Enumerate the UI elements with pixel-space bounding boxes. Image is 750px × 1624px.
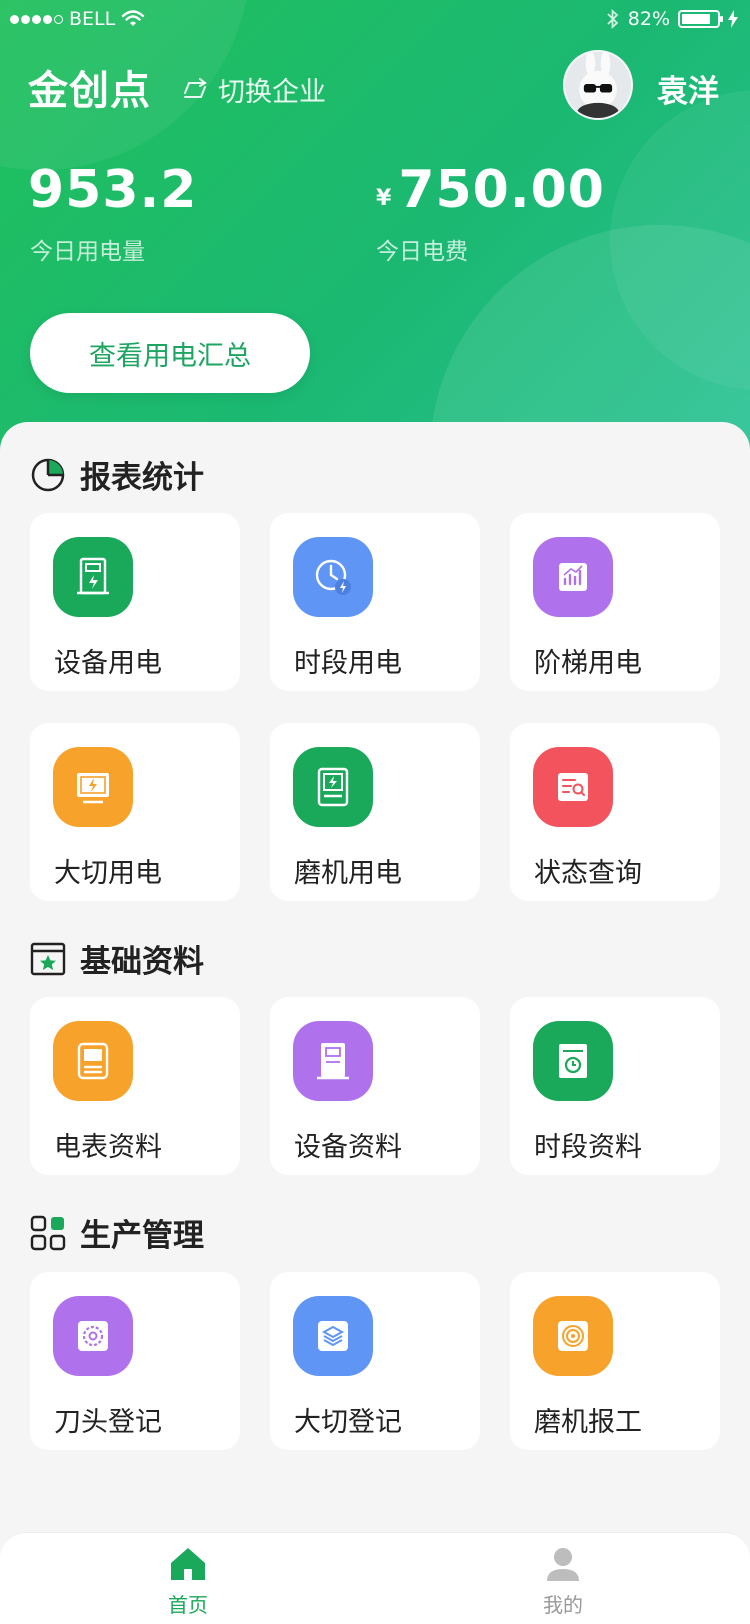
company-name: 金创点 — [28, 68, 151, 114]
battery-percent: 82% — [627, 8, 670, 30]
tier-chart-icon — [533, 537, 613, 617]
menu-item-period-info[interactable]: 时段资料 — [510, 997, 720, 1175]
today-cost-value: ¥750.00 — [376, 160, 605, 220]
menu-item-label: 设备用电 — [54, 648, 162, 679]
menu-item-big-cut-registration[interactable]: 大切登记 — [270, 1272, 480, 1450]
section-header-production: 生产管理 — [30, 1210, 204, 1255]
device-power-icon — [53, 537, 133, 617]
menu-item-label: 刀头登记 — [54, 1407, 162, 1438]
menu-item-label: 时段用电 — [294, 648, 402, 679]
section-title: 生产管理 — [80, 1218, 204, 1254]
grinder-power-icon — [293, 747, 373, 827]
bunny-avatar-icon — [565, 52, 631, 118]
tab-label: 我的 — [543, 1593, 583, 1617]
charging-icon — [728, 10, 738, 28]
menu-item-label: 设备资料 — [294, 1132, 402, 1163]
meter-info-icon — [53, 1021, 133, 1101]
menu-item-label: 磨机报工 — [534, 1407, 642, 1438]
menu-item-grinder-report[interactable]: 磨机报工 — [510, 1272, 720, 1450]
wifi-icon — [122, 10, 145, 26]
status-query-icon — [533, 747, 613, 827]
battery-icon — [678, 10, 723, 28]
section-header-basic-data: 基础资料 — [30, 936, 204, 981]
menu-item-grinder-power[interactable]: 磨机用电 — [270, 723, 480, 901]
signal-strength-icon — [10, 14, 63, 24]
menu-item-label: 大切用电 — [54, 858, 162, 889]
menu-item-tier-power[interactable]: 阶梯用电 — [510, 513, 720, 691]
big-cut-power-icon — [53, 747, 133, 827]
device-info-icon — [293, 1021, 373, 1101]
menu-item-label: 磨机用电 — [294, 858, 402, 889]
menu-item-blade-registration[interactable]: 刀头登记 — [30, 1272, 240, 1450]
today-cost-label: 今日电费 — [376, 239, 468, 265]
avatar[interactable] — [563, 50, 633, 120]
blade-gear-icon — [53, 1296, 133, 1376]
header: BELL 82% 金创点 切换企业 袁洋 953.2 今日用电量 ¥ 750.0… — [0, 0, 750, 470]
status-bar: BELL 82% — [0, 0, 750, 40]
view-power-summary-button[interactable]: 查看用电汇总 — [30, 313, 310, 393]
grinder-disc-icon — [533, 1296, 613, 1376]
user-name: 袁洋 — [657, 74, 719, 110]
tab-label: 首页 — [168, 1593, 208, 1617]
bottom-tab-bar: 首页 我的 — [0, 1532, 750, 1624]
bluetooth-icon — [607, 8, 619, 30]
section-title: 报表统计 — [80, 460, 204, 496]
tab-home[interactable]: 首页 — [128, 1543, 248, 1618]
switch-icon — [184, 77, 207, 98]
menu-item-big-cut-power[interactable]: 大切用电 — [30, 723, 240, 901]
clock-power-icon — [293, 537, 373, 617]
section-header-reports: 报表统计 — [30, 452, 204, 497]
period-info-icon — [533, 1021, 613, 1101]
layers-icon — [293, 1296, 373, 1376]
switch-company-label: 切换企业 — [218, 77, 326, 108]
menu-item-meter-info[interactable]: 电表资料 — [30, 997, 240, 1175]
menu-item-period-power[interactable]: 时段用电 — [270, 513, 480, 691]
menu-item-label: 大切登记 — [294, 1407, 402, 1438]
menu-item-device-info[interactable]: 设备资料 — [270, 997, 480, 1175]
section-title: 基础资料 — [80, 944, 204, 980]
home-icon — [171, 1548, 205, 1580]
menu-item-device-power[interactable]: 设备用电 — [30, 513, 240, 691]
menu-item-label: 状态查询 — [534, 858, 642, 889]
pie-chart-icon — [31, 458, 65, 491]
menu-item-label: 电表资料 — [54, 1132, 162, 1163]
grid-apps-icon — [30, 1215, 66, 1250]
tab-mine[interactable]: 我的 — [503, 1543, 623, 1618]
today-consumption-label: 今日用电量 — [30, 239, 145, 265]
carrier-name: BELL — [69, 8, 116, 30]
user-icon — [547, 1548, 579, 1581]
today-consumption-value: 953.2 — [28, 160, 198, 220]
star-folder-icon — [30, 942, 66, 975]
switch-company-button[interactable]: 切换企业 — [180, 70, 326, 109]
menu-item-label: 阶梯用电 — [534, 648, 642, 679]
menu-item-label: 时段资料 — [534, 1132, 642, 1163]
menu-item-status-query[interactable]: 状态查询 — [510, 723, 720, 901]
